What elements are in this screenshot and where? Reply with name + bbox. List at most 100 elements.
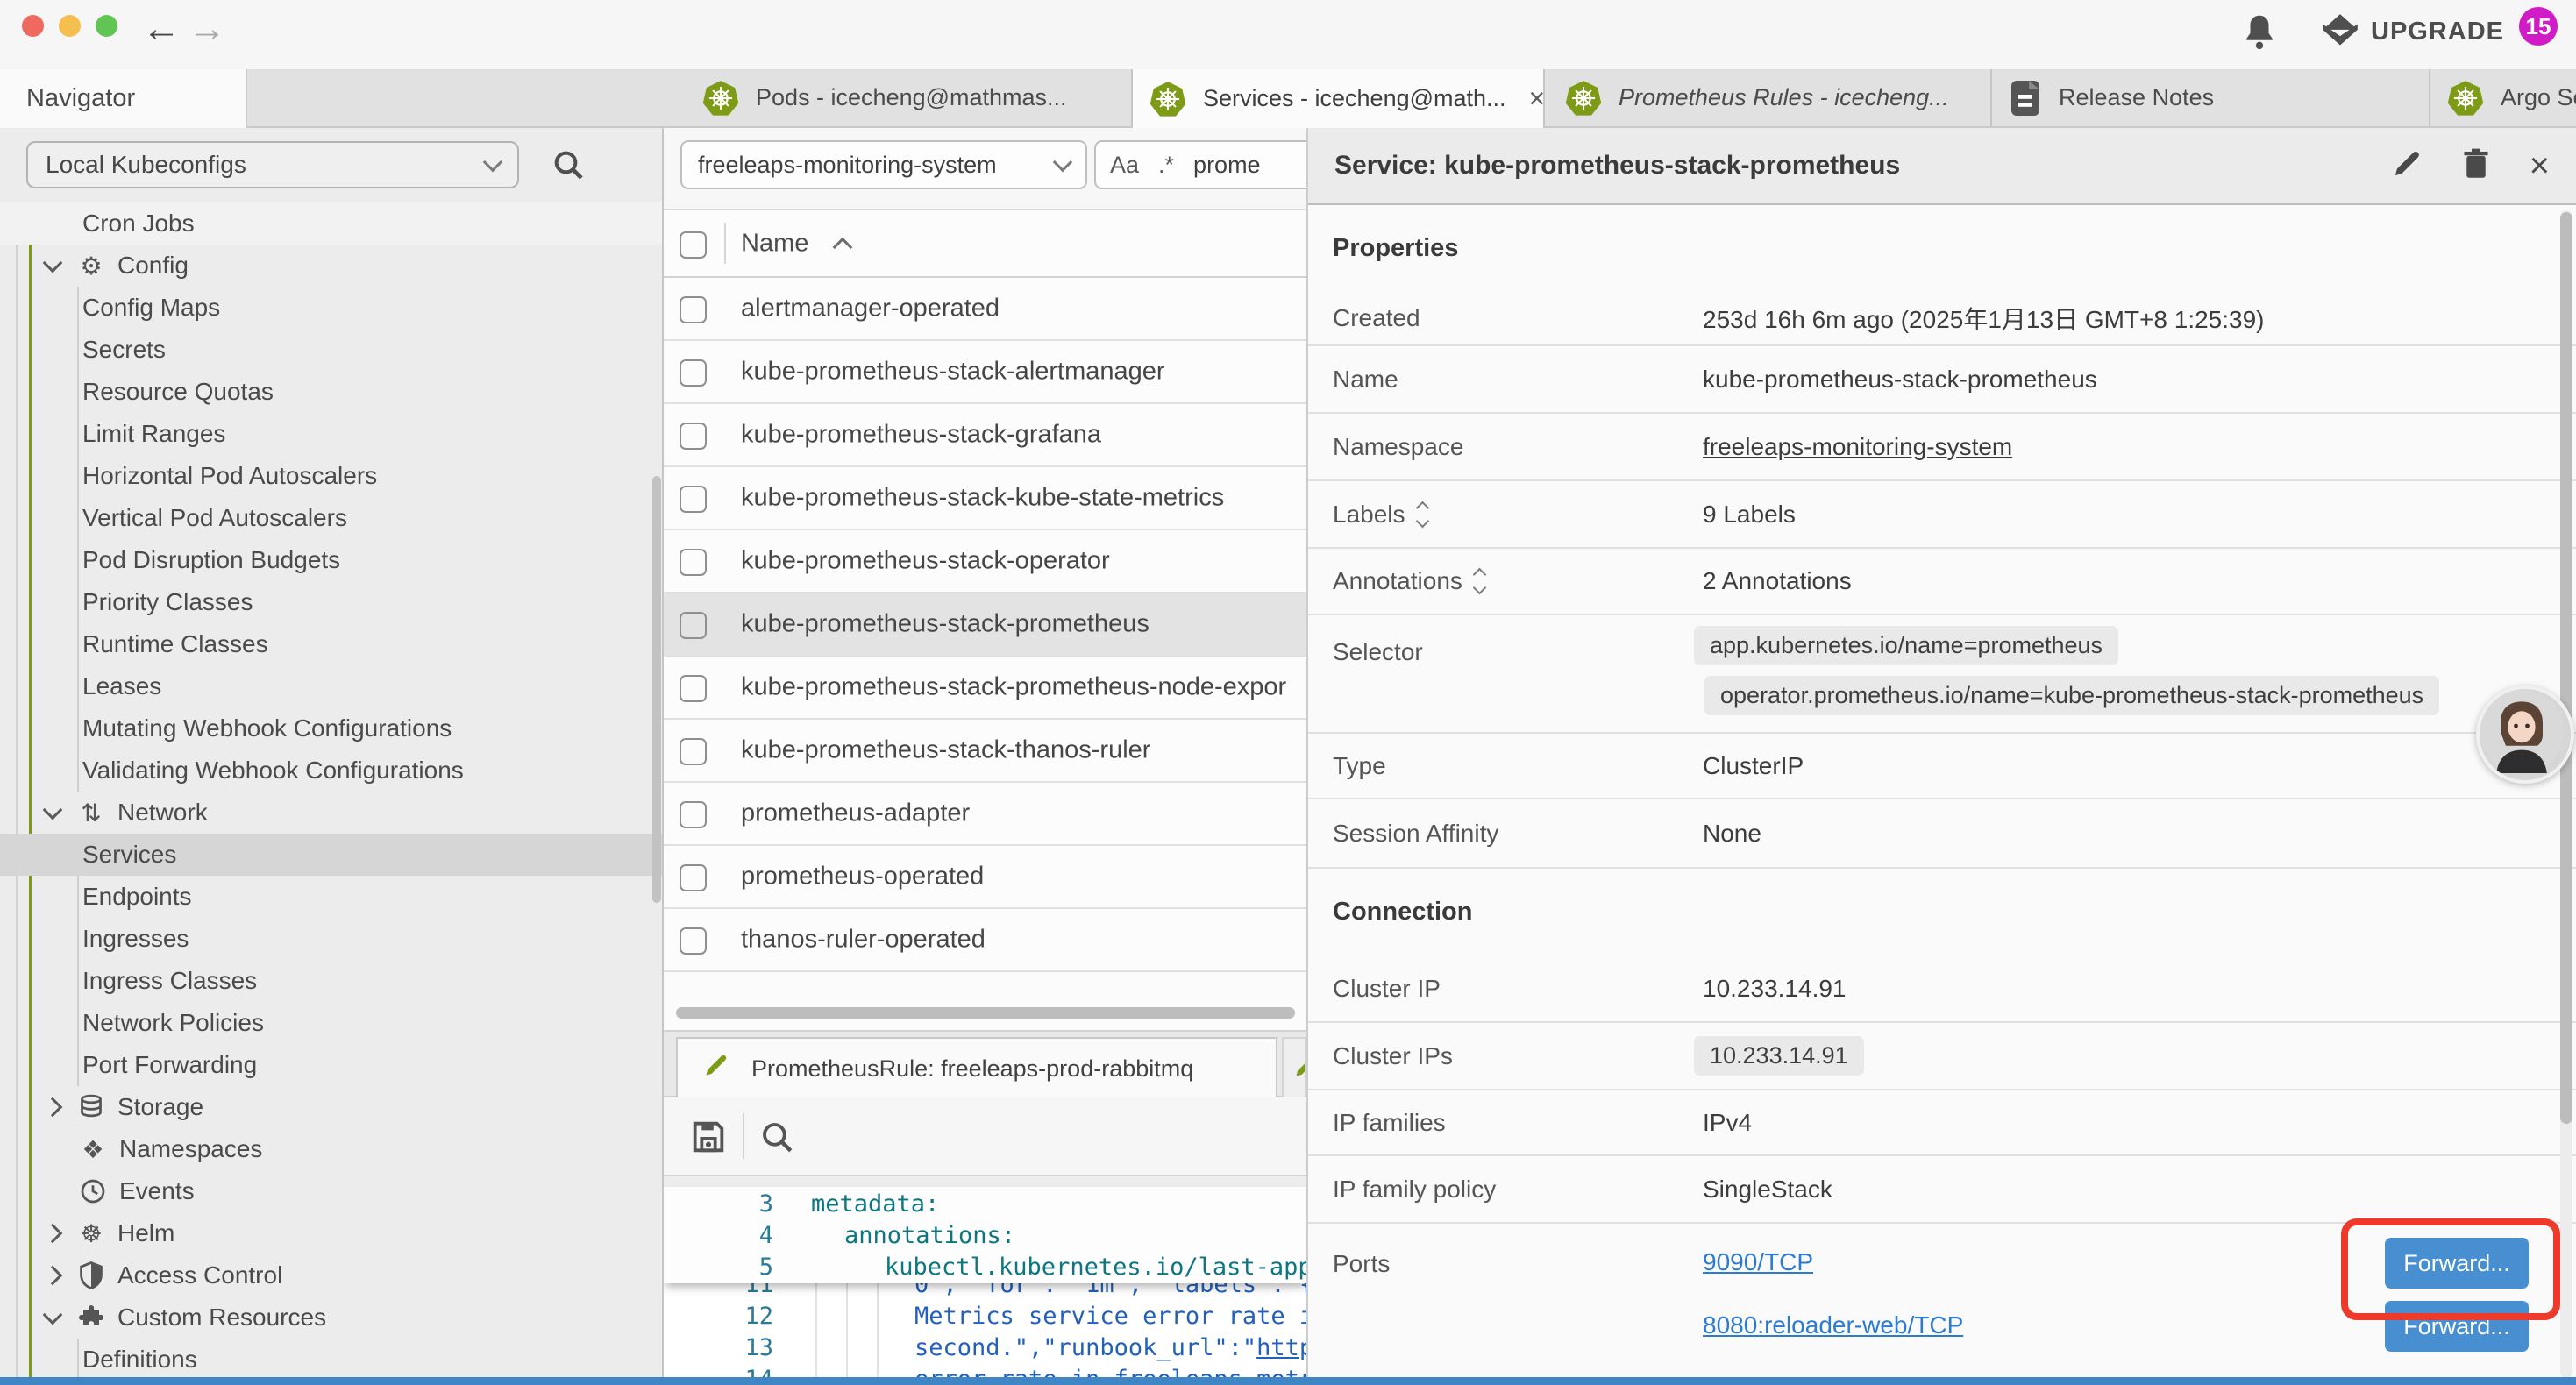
- row-checkbox[interactable]: [680, 675, 707, 702]
- editor-search-icon[interactable]: [758, 1119, 795, 1160]
- row-checkbox[interactable]: [680, 486, 707, 513]
- back-icon[interactable]: ←: [142, 7, 181, 51]
- close-tab-icon[interactable]: ×: [1529, 82, 1545, 115]
- detail-scrollbar-thumb[interactable]: [2560, 212, 2572, 1124]
- table-row[interactable]: kube-prometheus-stack-prometheus-node-ex…: [664, 657, 1306, 720]
- sidebar-item-runtime-classes[interactable]: Runtime Classes: [0, 623, 662, 665]
- notification-count-badge[interactable]: 15: [2519, 7, 2558, 46]
- sidebar-item-limit-ranges[interactable]: Limit Ranges: [0, 413, 662, 455]
- tab-release-notes[interactable]: Release Notes: [1992, 69, 2430, 126]
- field-labels: Labels 9 Labels: [1308, 481, 2576, 549]
- sidebar-item-custom-resources[interactable]: Custom Resources: [0, 1296, 662, 1339]
- namespace-link[interactable]: freeleaps-monitoring-system: [1703, 433, 2012, 461]
- sidebar-item-leases[interactable]: Leases: [0, 665, 662, 707]
- upgrade-icon[interactable]: [2318, 12, 2362, 59]
- sidebar-item-resource-quotas[interactable]: Resource Quotas: [0, 371, 662, 413]
- sidebar-item-storage[interactable]: Storage: [0, 1086, 662, 1128]
- namespace-filter-select[interactable]: freeleaps-monitoring-system: [680, 140, 1087, 189]
- field-cluster-ips: Cluster IPs 10.233.14.91: [1308, 1023, 2576, 1090]
- upgrade-label[interactable]: UPGRADE: [2371, 18, 2504, 46]
- row-checkbox[interactable]: [680, 359, 707, 387]
- sidebar-item-vertical-pod-autoscalers[interactable]: Vertical Pod Autoscalers: [0, 497, 662, 539]
- sidebar-item-ingresses[interactable]: Ingresses: [0, 918, 662, 960]
- row-checkbox[interactable]: [680, 864, 707, 891]
- table-row[interactable]: kube-prometheus-stack-operator: [664, 530, 1306, 593]
- tab-prometheus-rules[interactable]: Prometheus Rules - icecheng...: [1548, 69, 1992, 126]
- table-row[interactable]: kube-prometheus-stack-kube-state-metrics: [664, 467, 1306, 530]
- sidebar-item-ingress-classes[interactable]: Ingress Classes: [0, 960, 662, 1002]
- row-checkbox[interactable]: [680, 927, 707, 955]
- sidebar-item-events[interactable]: Events: [0, 1170, 662, 1212]
- expand-collapse-icon[interactable]: [1418, 503, 1427, 526]
- table-row[interactable]: prometheus-adapter: [664, 783, 1306, 846]
- expand-collapse-icon[interactable]: [1475, 570, 1484, 593]
- sidebar-item-pod-disruption-budgets[interactable]: Pod Disruption Budgets: [0, 539, 662, 581]
- tab-pods[interactable]: Pods - icecheng@mathmas...: [686, 69, 1133, 126]
- column-header-name[interactable]: Name: [741, 229, 808, 258]
- edit-pencil-icon: [702, 1053, 729, 1085]
- row-checkbox[interactable]: [680, 612, 707, 639]
- match-case-icon[interactable]: Aa: [1110, 152, 1139, 179]
- table-row[interactable]: kube-prometheus-stack-alertmanager: [664, 341, 1306, 404]
- yaml-editor[interactable]: 3metadata: 4annotations: 5kubectl.kubern…: [664, 1187, 1306, 1385]
- sidebar-item-priority-classes[interactable]: Priority Classes: [0, 581, 662, 623]
- row-checkbox[interactable]: [680, 801, 707, 828]
- code-line: metadata:: [811, 1189, 939, 1220]
- selector-badge[interactable]: app.kubernetes.io/name=prometheus: [1694, 626, 2118, 665]
- editor-tab-partial[interactable]: [1282, 1037, 1306, 1099]
- row-checkbox[interactable]: [680, 296, 707, 323]
- sidebar-item-endpoints[interactable]: Endpoints: [0, 876, 662, 918]
- sidebar-item-services[interactable]: Services: [0, 834, 662, 876]
- close-window-button[interactable]: [22, 15, 44, 37]
- sidebar-item-mutating-webhook-configurations[interactable]: Mutating Webhook Configurations: [0, 707, 662, 749]
- maximize-window-button[interactable]: [96, 15, 117, 37]
- tab-services[interactable]: Services - icecheng@math... ×: [1133, 69, 1545, 128]
- table-row[interactable]: alertmanager-operated: [664, 278, 1306, 341]
- forward-icon[interactable]: →: [188, 7, 226, 51]
- minimize-window-button[interactable]: [59, 15, 81, 37]
- table-row[interactable]: prometheus-operated: [664, 846, 1306, 909]
- sidebar-item-network[interactable]: ⇅Network: [0, 792, 662, 834]
- editor-tab-prometheusrule[interactable]: PrometheusRule: freeleaps-prod-rabbitmq: [676, 1037, 1277, 1099]
- horizontal-scrollbar[interactable]: [676, 1007, 1295, 1019]
- sidebar-scrollbar[interactable]: [652, 476, 661, 903]
- close-icon[interactable]: ×: [2530, 148, 2550, 183]
- list-search-input[interactable]: Aa .* prome: [1094, 140, 1306, 189]
- sidebar-item-horizontal-pod-autoscalers[interactable]: Horizontal Pod Autoscalers: [0, 455, 662, 497]
- sidebar-item-config[interactable]: ⚙Config: [0, 245, 662, 287]
- navigator-panel-tab[interactable]: Navigator: [0, 69, 247, 128]
- edit-pencil-icon[interactable]: [2391, 148, 2423, 184]
- row-checkbox[interactable]: [680, 738, 707, 765]
- sidebar-item-access-control[interactable]: Access Control: [0, 1254, 662, 1296]
- select-all-checkbox[interactable]: [680, 231, 707, 259]
- save-icon[interactable]: [688, 1117, 729, 1161]
- sidebar-item-config-maps[interactable]: Config Maps: [0, 287, 662, 329]
- sidebar-item-secrets[interactable]: Secrets: [0, 329, 662, 371]
- sidebar-search-icon[interactable]: [551, 147, 586, 187]
- table-row[interactable]: thanos-ruler-operated: [664, 909, 1306, 972]
- sidebar-item-validating-webhook-configurations[interactable]: Validating Webhook Configurations: [0, 749, 662, 792]
- notifications-bell-icon[interactable]: [2241, 12, 2278, 57]
- port-link[interactable]: 9090/TCP: [1703, 1248, 1813, 1276]
- tab-argo[interactable]: Argo Se: [2430, 69, 2576, 126]
- helm-wheel-icon: ☸: [75, 1219, 107, 1248]
- table-row[interactable]: kube-prometheus-stack-thanos-ruler: [664, 720, 1306, 783]
- code-link[interactable]: https://net: [1256, 1334, 1306, 1361]
- sidebar-item-definitions[interactable]: Definitions: [0, 1339, 662, 1381]
- regex-icon[interactable]: .*: [1158, 152, 1174, 179]
- table-row-selected[interactable]: kube-prometheus-stack-prometheus: [664, 593, 1306, 657]
- port-link[interactable]: 8080:reloader-web/TCP: [1703, 1311, 1963, 1339]
- sidebar-item-port-forwarding[interactable]: Port Forwarding: [0, 1044, 662, 1086]
- row-checkbox[interactable]: [680, 549, 707, 576]
- kubeconfig-selector[interactable]: Local Kubeconfigs: [26, 141, 519, 188]
- table-row[interactable]: kube-prometheus-stack-grafana: [664, 404, 1306, 467]
- user-avatar[interactable]: [2476, 685, 2574, 784]
- delete-trash-icon[interactable]: [2461, 147, 2491, 185]
- selector-badge[interactable]: operator.prometheus.io/name=kube-prometh…: [1704, 676, 2439, 715]
- sidebar-item-network-policies[interactable]: Network Policies: [0, 1002, 662, 1044]
- row-checkbox[interactable]: [680, 423, 707, 450]
- sidebar-item-helm[interactable]: ☸Helm: [0, 1212, 662, 1254]
- detail-header: Service: kube-prometheus-stack-prometheu…: [1308, 128, 2576, 205]
- sidebar-item-cron-jobs[interactable]: Cron Jobs: [0, 202, 662, 245]
- sidebar-item-namespaces[interactable]: ❖Namespaces: [0, 1128, 662, 1170]
